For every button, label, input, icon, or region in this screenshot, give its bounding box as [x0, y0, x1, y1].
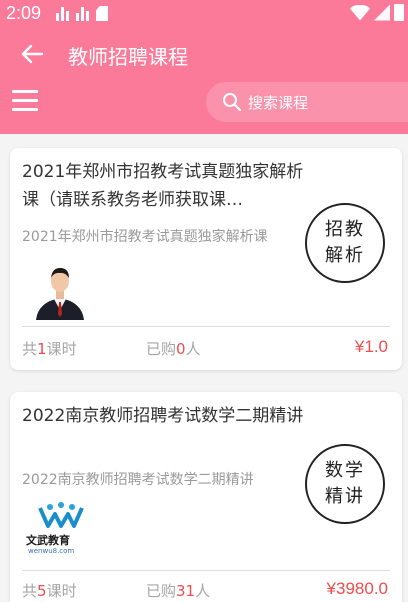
- seal-line: 数学: [325, 460, 365, 481]
- search-placeholder: 搜索课程: [248, 94, 309, 112]
- seal-line: 招教: [325, 219, 365, 240]
- course-seal: 招教 解析: [305, 203, 385, 283]
- cell-signal-icon: [374, 4, 390, 21]
- seal-line: 解析: [325, 245, 365, 266]
- sim-signal-icon: [56, 6, 70, 21]
- search-bar[interactable]: 搜索课程: [206, 82, 408, 122]
- teacher-avatar: [32, 260, 88, 320]
- lesson-count: 共1课时: [22, 340, 77, 358]
- course-price: ¥3980.0: [326, 579, 388, 598]
- sd-card-icon: [96, 6, 108, 21]
- status-bar: 2:09: [0, 0, 408, 28]
- course-title: 2021年郑州市招教考试真题独家解析课（请联系教务老师获取课…: [22, 162, 304, 210]
- course-seal: 数学 精讲: [305, 444, 385, 524]
- system-icons: [350, 4, 404, 21]
- divider: [22, 570, 390, 571]
- sim-signal-icon: [76, 6, 90, 21]
- app-header: 2:09 教师招聘课程 搜索课程: [0, 0, 408, 134]
- seal-line: 精讲: [325, 486, 365, 507]
- organization-logo: 文武教育 wenwu8.com: [26, 502, 96, 558]
- wifi-icon: [350, 4, 370, 21]
- course-title: 2022南京教师招聘考试数学二期精讲: [22, 406, 304, 426]
- course-price: ¥1.0: [354, 337, 388, 356]
- menu-icon[interactable]: [12, 90, 38, 112]
- notification-icons: [56, 6, 108, 21]
- logo-url: wenwu8.com: [28, 547, 75, 555]
- divider: [22, 326, 390, 327]
- status-time: 2:09: [6, 3, 42, 23]
- course-card[interactable]: 2021年郑州市招教考试真题独家解析课（请联系教务老师获取课… 2021年郑州市…: [10, 148, 402, 370]
- back-arrow-icon[interactable]: [18, 40, 46, 68]
- logo-mark-icon: [38, 502, 84, 528]
- battery-icon: [394, 4, 404, 21]
- purchase-count: 已购31人: [146, 582, 211, 600]
- course-subtitle: 2021年郑州市招教考试真题独家解析课: [22, 229, 268, 245]
- purchase-count: 已购0人: [146, 340, 201, 358]
- lesson-count: 共5课时: [22, 582, 77, 600]
- search-icon: [223, 93, 242, 112]
- logo-text: 文武教育: [26, 534, 70, 547]
- course-card[interactable]: 2022南京教师招聘考试数学二期精讲 2022南京教师招聘考试数学二期精讲 数学…: [10, 392, 402, 602]
- page-title: 教师招聘课程: [68, 45, 188, 69]
- course-subtitle: 2022南京教师招聘考试数学二期精讲: [22, 472, 254, 488]
